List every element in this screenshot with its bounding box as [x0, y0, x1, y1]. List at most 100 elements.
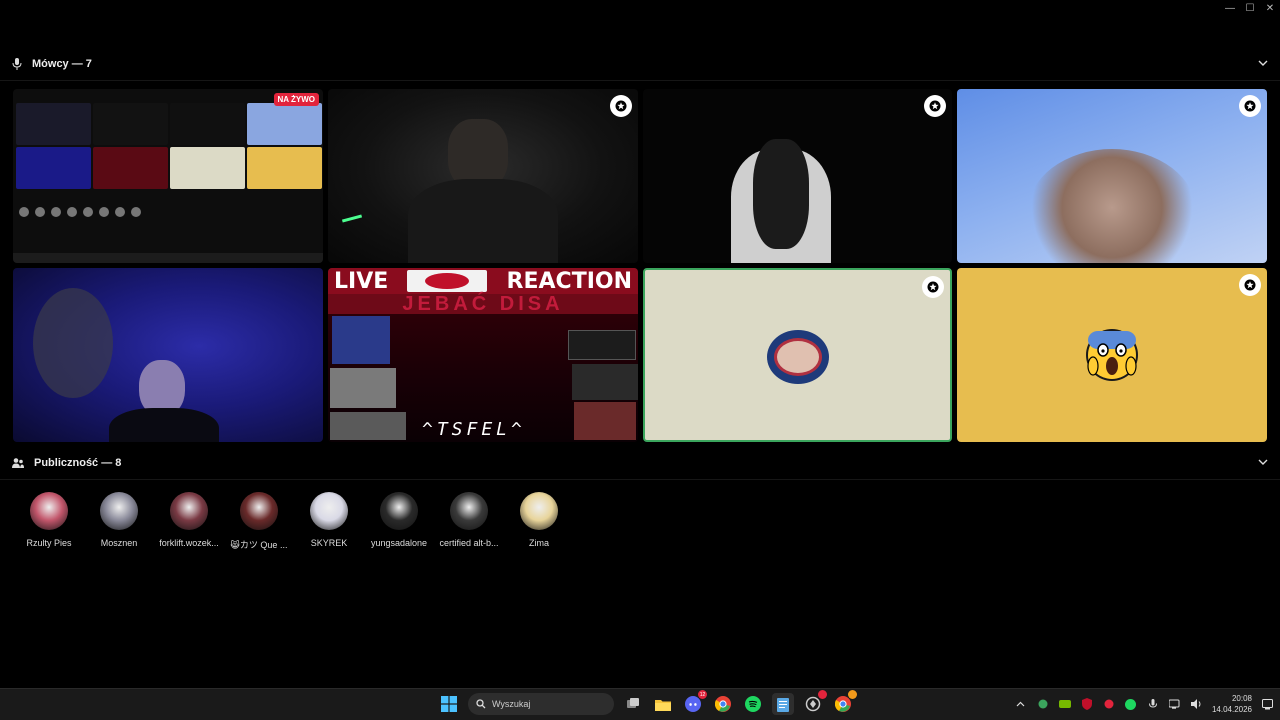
taskbar: Wyszukaj 12 20:08 14.04.2026: [0, 688, 1280, 720]
audience-title: Publiczność — 8: [34, 457, 122, 469]
chrome-icon: [715, 696, 731, 712]
video-feed: [408, 179, 558, 263]
stream-thumbnail: [332, 316, 390, 364]
speaker-tile-avatar[interactable]: [957, 268, 1267, 442]
tray-app[interactable]: [1058, 697, 1072, 711]
spotify-button[interactable]: [742, 693, 764, 715]
system-tray: 20:08 14.04.2026: [1014, 693, 1274, 715]
speaker-tile-camera[interactable]: [328, 89, 638, 263]
stream-thumbnail: [574, 402, 636, 440]
audience-member-name: 😸カツ Que ...: [230, 540, 288, 550]
stream-banner-left: LIVE: [334, 268, 389, 294]
tray-app[interactable]: [1102, 697, 1116, 711]
app-button[interactable]: [802, 690, 827, 715]
file-explorer-button[interactable]: [652, 693, 674, 715]
volume-icon: [1190, 699, 1201, 709]
audience-member[interactable]: forklift.wozek...: [154, 492, 224, 551]
tray-microphone[interactable]: [1146, 697, 1160, 711]
notepad-button[interactable]: [772, 693, 794, 715]
tray-network[interactable]: [1168, 697, 1182, 711]
audience-member[interactable]: certified alt-b...: [434, 492, 504, 551]
stream-banner: LIVE REACTION: [328, 268, 638, 294]
taskbar-apps: Wyszukaj 12: [438, 690, 857, 715]
chevron-down-icon[interactable]: [1258, 457, 1268, 467]
audience-member[interactable]: SKYREK: [294, 492, 364, 551]
nvidia-icon: [1058, 700, 1071, 708]
audience-member-name: Rzulty Pies: [26, 538, 72, 548]
speaker-tile-camera[interactable]: [13, 268, 323, 442]
microphone-icon: [1148, 698, 1157, 708]
start-button[interactable]: [438, 693, 460, 715]
divider: [0, 80, 1280, 81]
audience-list: Rzulty Pies Mosznen forklift.wozek... 😸カツ Q…: [14, 492, 574, 551]
clock-time: 20:08: [1231, 694, 1252, 703]
audience-member-name: yungsadalone: [370, 538, 428, 548]
audience-member[interactable]: Zima: [504, 492, 574, 551]
search-icon: [476, 699, 486, 709]
minimize-button[interactable]: —: [1220, 0, 1240, 16]
tray-app[interactable]: [1124, 697, 1138, 711]
screenshare-preview: [16, 103, 322, 189]
task-view-button[interactable]: [622, 693, 644, 715]
taskbar-clock[interactable]: 20:08 14.04.2026: [1212, 693, 1252, 715]
audience-member[interactable]: Mosznen: [84, 492, 154, 551]
notepad-icon: [777, 697, 789, 712]
user-avatar: [767, 330, 829, 384]
stream-thumbnail: [568, 330, 636, 360]
audience-member[interactable]: Rzulty Pies: [14, 492, 84, 551]
stream-thumbnail: [330, 368, 396, 408]
speaker-tile-camera[interactable]: [643, 89, 952, 263]
close-button[interactable]: ✕: [1260, 0, 1280, 16]
windows-icon: [441, 696, 457, 712]
search-placeholder: Wyszukaj: [492, 699, 531, 709]
scream-emoji-icon: [1086, 329, 1138, 381]
window-controls: — ☐ ✕: [1220, 0, 1280, 16]
audience-member-name: Mosznen: [100, 538, 138, 548]
notification-icon: [1261, 698, 1273, 709]
stream-subtitle: JEBAĆ DISA: [328, 294, 638, 314]
stream-thumbnail: [572, 364, 638, 400]
audience-member-name: forklift.wozek...: [159, 538, 219, 548]
audience-member[interactable]: yungsadalone: [364, 492, 434, 551]
speakers-header[interactable]: Mówcy — 7: [0, 47, 1280, 81]
microphone-icon: [12, 58, 22, 70]
chrome-profile-button[interactable]: [832, 690, 857, 715]
star-icon: [1244, 100, 1256, 112]
chevron-down-icon[interactable]: [1258, 58, 1268, 68]
discord-button[interactable]: 12: [682, 690, 707, 715]
avatar: [100, 492, 138, 530]
notifications-button[interactable]: [1260, 697, 1274, 711]
star-badge: [1239, 274, 1261, 296]
star-icon: [927, 281, 939, 293]
avatar: [520, 492, 558, 530]
speaker-tile-stream[interactable]: LIVE REACTION JEBAĆ DISA ^TSFEL^: [328, 268, 638, 442]
star-icon: [929, 100, 941, 112]
record-icon: [1104, 699, 1114, 709]
speaker-tile-screenshare[interactable]: NA ŻYWO: [13, 89, 323, 263]
audience-member[interactable]: 😸カツ Que ...: [224, 492, 294, 551]
app-icon: [805, 696, 821, 712]
video-feed: [753, 139, 809, 249]
chevron-up-icon: [1017, 701, 1025, 706]
audience-member-name: SKYREK: [310, 538, 348, 548]
maximize-button[interactable]: ☐: [1240, 0, 1260, 16]
folder-icon: [655, 699, 671, 711]
speaker-tile-camera[interactable]: [957, 89, 1267, 263]
tray-overflow-button[interactable]: [1014, 697, 1028, 711]
chrome-icon: [835, 696, 851, 712]
audience-member-name: Zima: [529, 538, 549, 548]
star-badge: [610, 95, 632, 117]
clock-date: 14.04.2026: [1211, 705, 1252, 714]
tray-app[interactable]: [1080, 697, 1094, 711]
screenshare-audience-preview: [19, 207, 141, 217]
chrome-button[interactable]: [712, 693, 734, 715]
speaker-tile-avatar[interactable]: [643, 268, 952, 442]
discord-icon: [685, 696, 701, 712]
tray-app[interactable]: [1036, 697, 1050, 711]
live-badge: NA ŻYWO: [273, 93, 319, 106]
speakers-title: Mówcy — 7: [32, 58, 92, 70]
tray-volume[interactable]: [1190, 697, 1204, 711]
video-feed: [1027, 149, 1197, 263]
taskbar-search[interactable]: Wyszukaj: [468, 693, 614, 715]
audience-header[interactable]: Publiczność — 8: [0, 446, 1280, 480]
